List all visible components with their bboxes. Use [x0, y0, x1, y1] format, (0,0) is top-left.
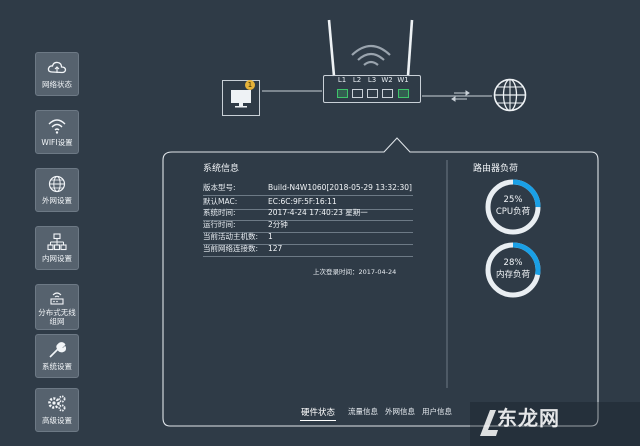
port-w2 — [382, 89, 393, 98]
port-w1-active — [398, 89, 409, 98]
port-l3 — [367, 89, 378, 98]
router-load-title: 路由器负荷 — [473, 164, 519, 174]
info-row: 当前网络连接数: 127 — [203, 242, 413, 257]
info-value: Build-N4W1060[2018-05-29 13:32:30] — [268, 183, 412, 192]
port-label-w2: W2 — [381, 76, 393, 84]
cpu-gauge-label: 25% CPU负荷 — [484, 194, 542, 218]
info-row: 版本型号: Build-N4W1060[2018-05-29 13:32:30] — [203, 181, 413, 196]
router-wifi-icon — [351, 44, 391, 66]
port-l2 — [352, 89, 363, 98]
port-l1-active — [337, 89, 348, 98]
tab-user-info[interactable]: 用户信息 — [422, 406, 452, 417]
port-label-w1: W1 — [397, 76, 409, 84]
antenna-left — [327, 19, 336, 77]
port-label-l1: L1 — [337, 76, 347, 84]
tab-traffic-info[interactable]: 流量信息 — [348, 406, 378, 417]
mem-label: 内存负荷 — [495, 270, 530, 280]
antenna-right — [406, 19, 414, 77]
tab-wan-info[interactable]: 外网信息 — [385, 406, 415, 417]
watermark-text: 东龙网 — [497, 406, 560, 430]
mem-percent: 28% — [503, 258, 523, 268]
last-login-time: 上次登录时间：2017-04-24 — [313, 268, 397, 276]
cpu-percent: 25% — [503, 195, 523, 205]
internet-globe-icon[interactable] — [493, 78, 527, 112]
info-key: 版本型号: — [203, 183, 236, 192]
notification-badge: 1 — [245, 80, 255, 90]
system-info-title: 系统信息 — [203, 164, 240, 174]
tab-hardware-status[interactable]: 硬件状态 — [301, 406, 335, 418]
info-value: 127 — [268, 244, 283, 253]
port-label-l3: L3 — [367, 76, 377, 84]
port-label-l2: L2 — [352, 76, 362, 84]
info-key: 当前网络连接数: — [203, 244, 259, 253]
cpu-label: CPU负荷 — [495, 207, 531, 217]
active-tab-indicator — [300, 420, 336, 421]
mem-gauge-label: 28% 内存负荷 — [484, 257, 542, 281]
